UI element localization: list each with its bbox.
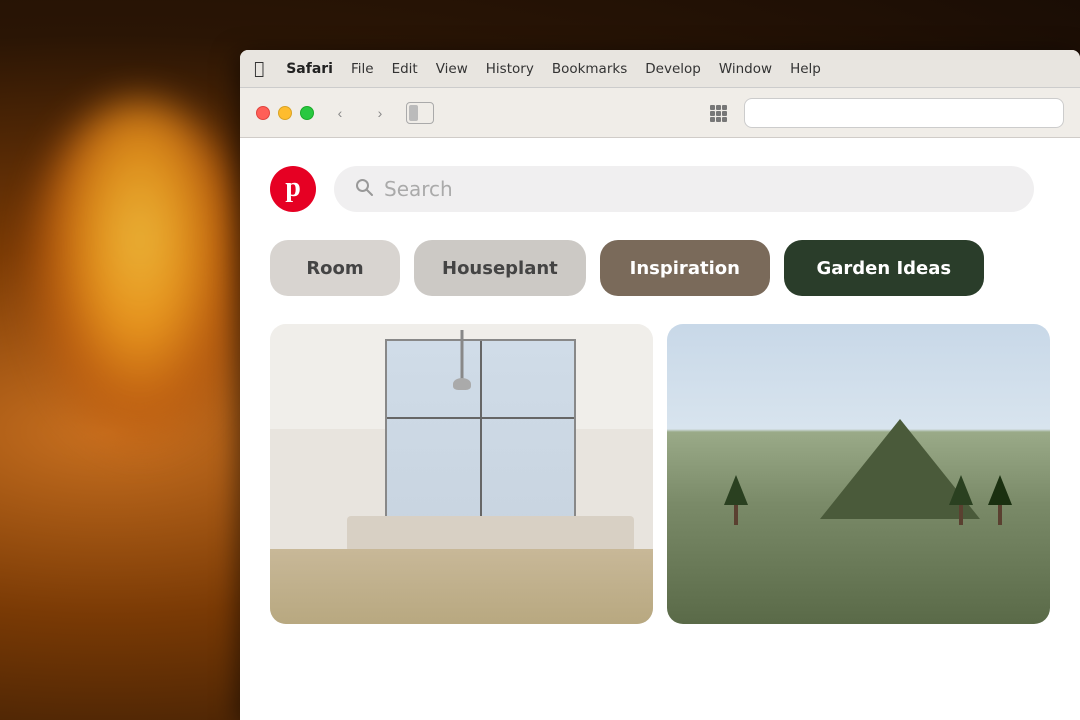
pinterest-page: p Search Room Ho <box>240 138 1080 720</box>
menu-app-name[interactable]: Safari <box>286 61 333 77</box>
image-card-interior[interactable] <box>270 324 653 624</box>
address-bar[interactable] <box>744 98 1064 128</box>
browser-toolbar: ‹ › <box>240 88 1080 138</box>
sidebar-toggle-button[interactable] <box>406 102 434 124</box>
tree-1 <box>724 475 748 525</box>
pinterest-logo[interactable]: p <box>270 166 316 212</box>
forward-button[interactable]: › <box>366 99 394 127</box>
pendant-light-cord <box>460 330 463 384</box>
window-frame-vertical <box>480 341 482 532</box>
category-pill-inspiration[interactable]: Inspiration <box>600 240 770 296</box>
pinterest-header: p Search <box>270 166 1050 212</box>
back-button[interactable]: ‹ <box>326 99 354 127</box>
tree-2-trunk <box>959 505 963 525</box>
menu-develop[interactable]: Develop <box>645 61 701 77</box>
apple-menu-icon[interactable]:  <box>254 59 264 79</box>
tree-3-trunk <box>998 505 1002 525</box>
search-placeholder-text: Search <box>384 177 453 201</box>
kitchen-island-counter <box>347 516 634 552</box>
pinterest-logo-letter: p <box>285 172 301 204</box>
menu-bookmarks[interactable]: Bookmarks <box>552 61 627 77</box>
traffic-lights <box>256 106 314 120</box>
pendant-light-shade <box>453 378 471 390</box>
maximize-button[interactable] <box>300 106 314 120</box>
category-pill-garden-ideas[interactable]: Garden Ideas <box>784 240 984 296</box>
minimize-button[interactable] <box>278 106 292 120</box>
landscape-illustration <box>667 324 1050 624</box>
tab-overview-icon[interactable] <box>704 99 732 127</box>
search-icon <box>354 177 374 202</box>
tree-2 <box>949 475 973 525</box>
tree-3-top <box>988 475 1012 505</box>
bulb-glow <box>30 100 250 450</box>
menu-window[interactable]: Window <box>719 61 772 77</box>
close-button[interactable] <box>256 106 270 120</box>
mac-screen:  Safari File Edit View History Bookmark… <box>240 50 1080 720</box>
window-frame-horizontal <box>387 417 575 419</box>
room-floor <box>270 549 653 624</box>
menu-edit[interactable]: Edit <box>392 61 418 77</box>
category-pills-row: Room Houseplant Inspiration Garden Ideas <box>270 240 1050 296</box>
tree-2-top <box>949 475 973 505</box>
search-bar[interactable]: Search <box>334 166 1034 212</box>
room-window <box>385 339 577 534</box>
macos-menu-bar:  Safari File Edit View History Bookmark… <box>240 50 1080 88</box>
menu-view[interactable]: View <box>436 61 468 77</box>
category-pill-houseplant[interactable]: Houseplant <box>414 240 586 296</box>
menu-help[interactable]: Help <box>790 61 821 77</box>
menu-file[interactable]: File <box>351 61 374 77</box>
tree-3 <box>988 475 1012 525</box>
category-pill-room[interactable]: Room <box>270 240 400 296</box>
tree-1-top <box>724 475 748 505</box>
sidebar-toggle-icon <box>409 105 418 121</box>
menu-history[interactable]: History <box>486 61 534 77</box>
image-grid <box>270 324 1050 624</box>
room-scene-illustration <box>270 324 653 624</box>
image-card-landscape[interactable] <box>667 324 1050 624</box>
desktop-background:  Safari File Edit View History Bookmark… <box>0 0 1080 720</box>
tree-1-trunk <box>734 505 738 525</box>
